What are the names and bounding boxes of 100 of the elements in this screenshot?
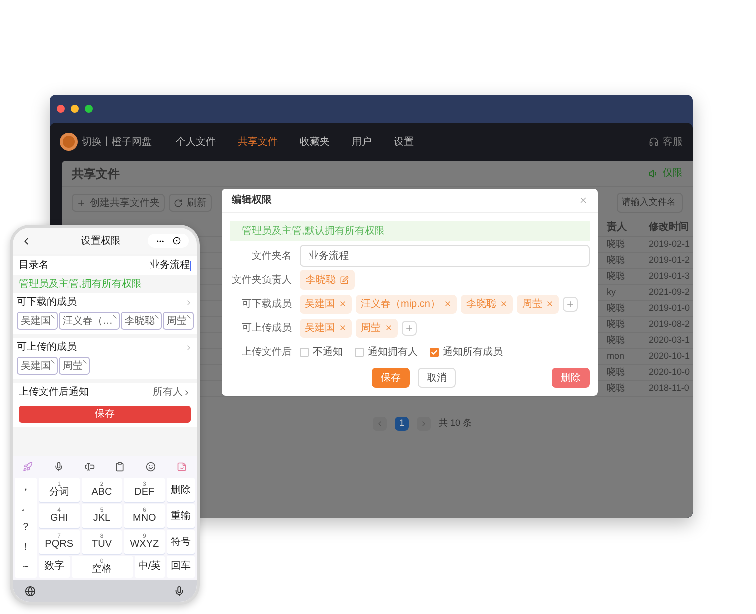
table-cell-text: 2019-01-2 — [649, 254, 692, 267]
table-cell-text: 2019-01-0 — [649, 302, 692, 315]
add-button[interactable] — [402, 320, 417, 336]
plus-icon — [77, 198, 86, 208]
close-icon[interactable] — [339, 324, 347, 332]
table-cell-text: 晓聪 — [607, 366, 626, 379]
table-cell-text: 晓聪 — [607, 334, 626, 347]
punctuation-key[interactable]: 。 — [21, 503, 31, 513]
emoji-icon[interactable] — [146, 462, 156, 472]
punctuation-key[interactable]: ？ — [21, 523, 31, 533]
checkbox-label: 通知拥有人 — [368, 346, 418, 360]
remove-icon[interactable] — [186, 314, 192, 320]
edit-icon[interactable] — [340, 276, 349, 284]
member-tag: 吴建国 — [17, 357, 58, 375]
column-header: 责人 — [607, 220, 628, 235]
page-title: 共享文件 — [72, 166, 120, 182]
close-icon[interactable] — [339, 300, 347, 308]
keyboard-key[interactable]: 重输 — [167, 504, 195, 528]
close-icon[interactable] — [500, 300, 508, 308]
text-cursor — [190, 260, 191, 270]
cancel-button[interactable]: 取消 — [418, 368, 456, 388]
member-tag: 周莹 — [517, 294, 560, 314]
nav-tab[interactable]: 设置 — [394, 134, 414, 150]
capsule-menu[interactable] — [148, 234, 189, 248]
clipboard-icon[interactable] — [115, 462, 126, 472]
table-cell-text: 晓聪 — [607, 238, 626, 251]
table-cell-text: 晓聪 — [607, 254, 626, 267]
member-tag: 吴建国 — [17, 312, 58, 330]
close-icon[interactable] — [385, 324, 393, 332]
nav-tab[interactable]: 共享文件 — [238, 134, 278, 150]
remove-icon[interactable] — [50, 359, 56, 365]
table-cell-text: 晓聪 — [607, 302, 626, 315]
close-icon[interactable] — [579, 196, 588, 205]
field-label: 上传文件后 — [241, 346, 292, 360]
checkbox-label: 通知所有成员 — [443, 346, 503, 360]
remove-icon[interactable] — [154, 314, 160, 320]
member-tag: 周莹 — [356, 318, 398, 338]
field-label: 目录名 — [19, 259, 49, 273]
punctuation-key[interactable]: ！ — [21, 543, 31, 553]
member-tag: 周莹 — [163, 312, 194, 330]
notify-selector[interactable]: 所有人 — [153, 385, 191, 400]
nav-tab[interactable]: 用户 — [352, 134, 372, 150]
keyboard-key[interactable]: 删除 — [167, 478, 195, 502]
page-button[interactable]: 1 — [394, 417, 409, 431]
remove-icon[interactable] — [50, 314, 56, 320]
field-label: 文件夹名 — [251, 250, 292, 264]
member-tag: 周莹 — [59, 357, 90, 375]
checkbox-label: 不通知 — [313, 346, 343, 360]
remove-icon[interactable] — [82, 359, 88, 365]
save-button[interactable]: 保存 — [19, 406, 191, 423]
nav-tab[interactable]: 收藏夹 — [300, 134, 330, 150]
plus-icon — [405, 324, 414, 332]
notice-text: 仅限 — [649, 166, 683, 181]
globe-icon[interactable] — [25, 586, 36, 596]
field-label: 可下载成员 — [241, 298, 292, 312]
add-button[interactable] — [563, 296, 578, 312]
column-header: 修改时间 — [649, 220, 690, 235]
punctuation-key[interactable]: ~ — [23, 563, 29, 573]
table-cell-text: 2018-11-0 — [649, 382, 690, 395]
keyboard-key[interactable]: 中/英 — [134, 556, 165, 578]
table-cell-text: 2019-02-1 — [649, 238, 692, 251]
field-label: 可上传成员 — [241, 322, 292, 336]
folder-name-field[interactable]: 业务流程 — [300, 245, 590, 267]
table-cell-text: 2020-10-0 — [649, 366, 692, 379]
punctuation-key[interactable]: ， — [21, 483, 31, 493]
table-cell-text: 晓聪 — [607, 318, 626, 331]
plus-icon — [566, 300, 576, 308]
chevron-right-icon[interactable] — [185, 298, 193, 306]
cursor-icon[interactable] — [84, 462, 95, 472]
table-cell-text: mon — [607, 350, 626, 363]
total-count: 共 10 条 — [438, 417, 472, 430]
table-cell-text: 晓聪 — [607, 270, 626, 283]
nav-tab[interactable]: 个人文件 — [176, 134, 216, 150]
brand-name: 切换丨橙子网盘 — [82, 136, 152, 150]
checkbox[interactable] — [355, 348, 364, 356]
remove-icon[interactable] — [112, 314, 118, 320]
close-icon[interactable] — [444, 300, 452, 308]
keyboard-key[interactable]: 符号 — [167, 530, 195, 554]
section-title: 可上传的成员 — [17, 340, 77, 355]
directory-name-field[interactable]: 业务流程 — [150, 258, 191, 273]
table-cell-text: 2020-10-1 — [649, 350, 692, 363]
chevron-right-icon — [183, 388, 191, 396]
notice-text: 管理员及主管,拥有所有权限 — [18, 278, 143, 292]
checkbox[interactable] — [430, 348, 439, 356]
checkbox[interactable] — [300, 348, 309, 356]
chevron-right-icon[interactable] — [185, 344, 193, 352]
member-tag: 汪义春（mip.cn） — [356, 294, 458, 314]
microphone-icon[interactable] — [174, 586, 185, 596]
table-cell-text: ky — [607, 286, 617, 299]
keyboard-key[interactable]: 回车 — [167, 556, 195, 578]
member-tag: 汪义春（… — [59, 312, 120, 330]
rocket-icon[interactable] — [23, 462, 33, 472]
headset-icon — [649, 137, 659, 147]
microphone-icon[interactable] — [54, 462, 64, 472]
support-link[interactable]: 客服 — [649, 134, 683, 150]
refresh-icon — [174, 198, 183, 208]
sticker-icon[interactable] — [176, 462, 187, 472]
keyboard-key[interactable]: 数字 — [39, 556, 70, 578]
close-icon[interactable] — [546, 300, 554, 308]
member-tag: 李晓聪 — [461, 294, 514, 314]
